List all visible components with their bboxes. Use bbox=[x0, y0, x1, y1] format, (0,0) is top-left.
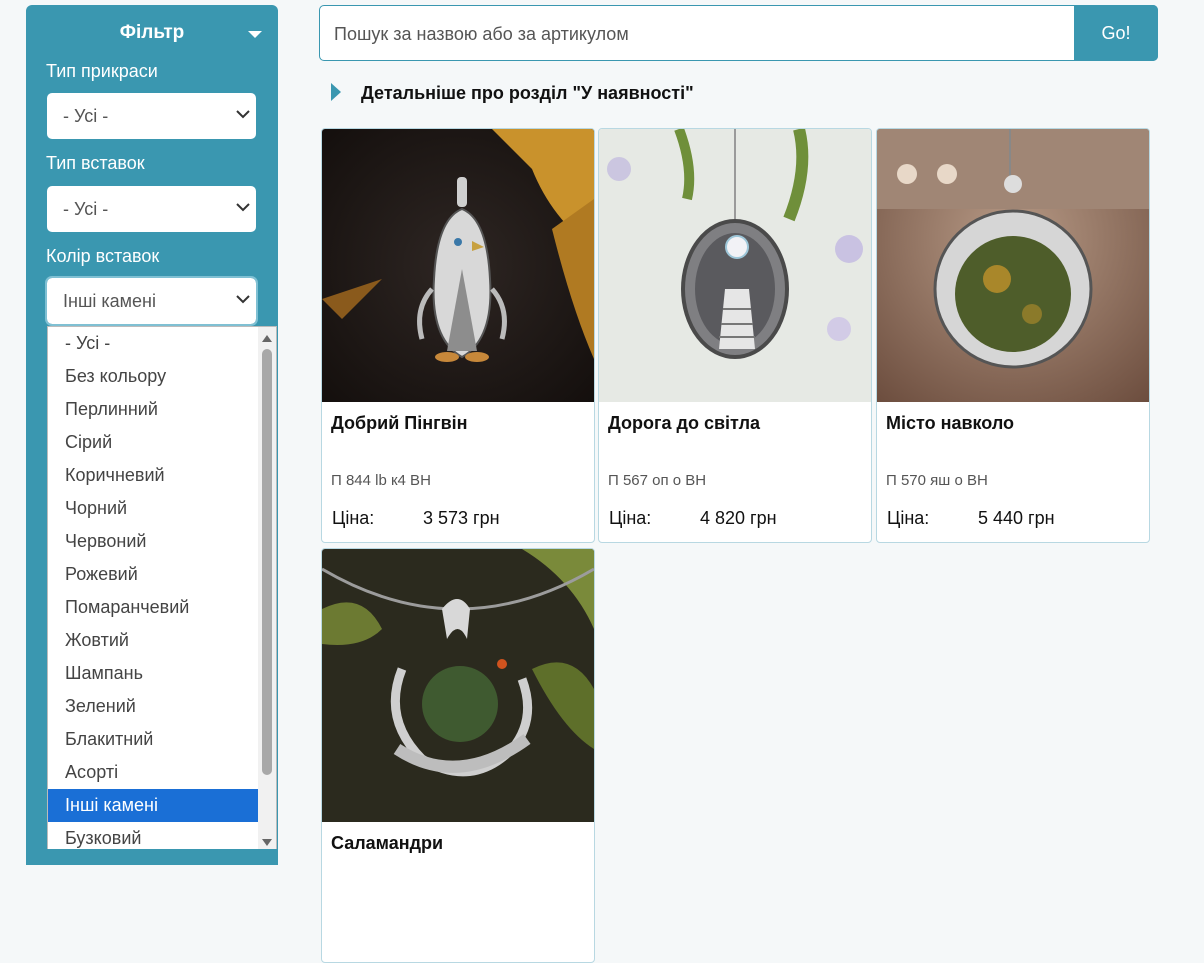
product-image-city-around[interactable] bbox=[877, 129, 1149, 402]
jewelry-type-select[interactable]: - Усі - bbox=[47, 93, 256, 139]
scroll-up-arrow-icon[interactable] bbox=[262, 335, 272, 342]
dropdown-option[interactable]: Блакитний bbox=[48, 723, 258, 756]
dropdown-option[interactable]: Сірий bbox=[48, 426, 258, 459]
dropdown-option[interactable]: - Усі - bbox=[48, 327, 258, 360]
price-label: Ціна: bbox=[332, 508, 375, 528]
jewelry-type-value: - Усі - bbox=[63, 106, 109, 126]
dropdown-option[interactable]: Бузковий bbox=[48, 822, 258, 849]
product-name[interactable]: Місто навколо bbox=[886, 413, 1014, 434]
product-image-penguin[interactable] bbox=[322, 129, 594, 402]
search-go-button[interactable]: Go! bbox=[1074, 5, 1158, 61]
search-input[interactable] bbox=[332, 18, 1066, 50]
search-bar: Go! bbox=[319, 5, 1158, 61]
dropdown-option[interactable]: Чорний bbox=[48, 492, 258, 525]
dropdown-scrollbar[interactable] bbox=[258, 327, 276, 849]
dropdown-option[interactable]: Без кольору bbox=[48, 360, 258, 393]
chevron-down-icon bbox=[236, 295, 250, 304]
caret-down-icon[interactable] bbox=[248, 31, 262, 38]
product-card[interactable]: Саламандри bbox=[321, 548, 595, 963]
chevron-down-icon bbox=[236, 203, 250, 212]
product-name[interactable]: Саламандри bbox=[331, 833, 443, 854]
insert-color-label: Колір вставок bbox=[46, 246, 160, 266]
dropdown-option[interactable]: Коричневий bbox=[48, 459, 258, 492]
scrollbar-thumb[interactable] bbox=[262, 349, 272, 775]
dropdown-option[interactable]: Зелений bbox=[48, 690, 258, 723]
dropdown-option[interactable]: Перлинний bbox=[48, 393, 258, 426]
triangle-right-icon bbox=[331, 83, 341, 101]
scroll-down-arrow-icon[interactable] bbox=[262, 839, 272, 846]
filter-title: Фільтр bbox=[119, 22, 185, 43]
product-sku: П 567 оп о ВН bbox=[608, 472, 707, 489]
insert-type-select[interactable]: - Усі - bbox=[47, 186, 256, 232]
product-price: 3 573 грн bbox=[423, 508, 500, 528]
product-sku: П 844 lb к4 ВН bbox=[331, 472, 431, 489]
insert-color-value: Інші камені bbox=[63, 291, 156, 311]
dropdown-option[interactable]: Жовтий bbox=[48, 624, 258, 657]
dropdown-option[interactable]: Шампань bbox=[48, 657, 258, 690]
product-sku: П 570 яш о ВН bbox=[886, 472, 988, 489]
product-card[interactable]: Дорога до світла П 567 оп о ВН Ціна: 4 8… bbox=[598, 128, 872, 543]
product-price: 4 820 грн bbox=[700, 508, 777, 528]
insert-type-label: Тип вставок bbox=[46, 153, 145, 173]
dropdown-option[interactable]: Помаранчевий bbox=[48, 591, 258, 624]
product-price: 5 440 грн bbox=[978, 508, 1055, 528]
filter-header[interactable]: Фільтр bbox=[26, 5, 278, 57]
price-label: Ціна: bbox=[887, 508, 930, 528]
price-label: Ціна: bbox=[609, 508, 652, 528]
product-card[interactable]: Місто навколо П 570 яш о ВН Ціна: 5 440 … bbox=[876, 128, 1150, 543]
dropdown-option[interactable]: Рожевий bbox=[48, 558, 258, 591]
insert-color-dropdown: - Усі - Без кольору Перлинний Сірий Кори… bbox=[47, 326, 277, 849]
insert-color-select[interactable]: Інші камені bbox=[45, 276, 258, 326]
jewelry-type-label: Тип прикраси bbox=[46, 61, 158, 81]
dropdown-option[interactable]: Червоний bbox=[48, 525, 258, 558]
insert-type-value: - Усі - bbox=[63, 199, 109, 219]
product-name[interactable]: Добрий Пінгвін bbox=[331, 413, 468, 434]
product-image-road-to-light[interactable] bbox=[599, 129, 871, 402]
details-link-text: Детальніше про розділ "У наявності" bbox=[361, 83, 694, 103]
product-card[interactable]: Добрий Пінгвін П 844 lb к4 ВН Ціна: 3 57… bbox=[321, 128, 595, 543]
chevron-down-icon bbox=[236, 110, 250, 119]
product-image-salamanders[interactable] bbox=[322, 549, 594, 822]
product-name[interactable]: Дорога до світла bbox=[608, 413, 760, 434]
dropdown-option[interactable]: Асорті bbox=[48, 756, 258, 789]
dropdown-option-selected[interactable]: Інші камені bbox=[48, 789, 258, 822]
